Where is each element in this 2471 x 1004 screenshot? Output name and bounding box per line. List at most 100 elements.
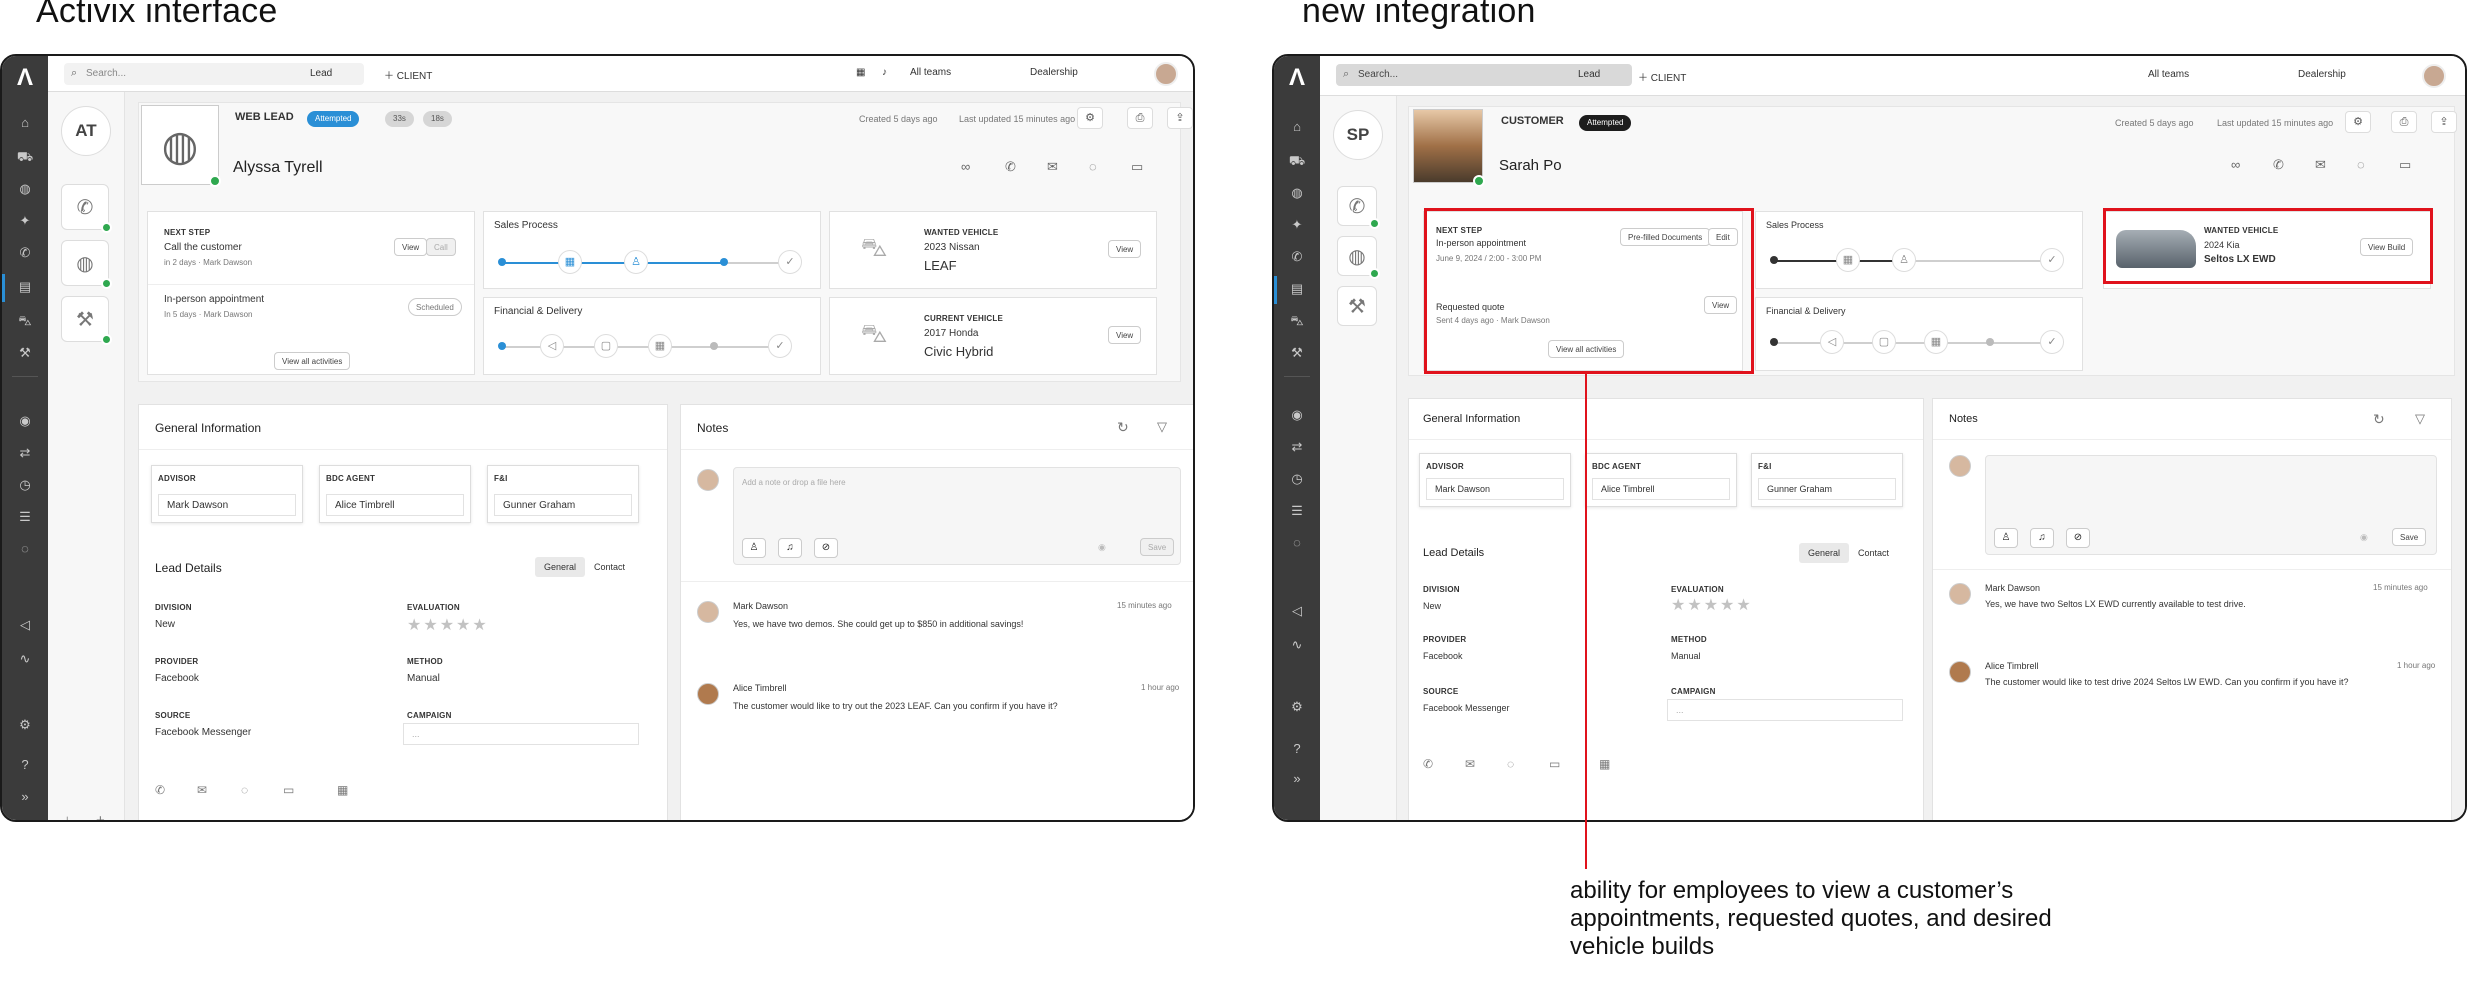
cart-icon[interactable]: ⛟ [1288, 152, 1306, 170]
lead-select[interactable]: Lead [310, 68, 332, 79]
bdc-value[interactable]: Alice Timbrell [326, 494, 464, 516]
paperclip-icon[interactable]: ⊘ [814, 538, 838, 558]
status-badge[interactable]: Attempted [307, 111, 360, 127]
shuffle-icon[interactable]: ⇄ [1288, 438, 1306, 456]
mail-icon[interactable]: ✉ [1047, 159, 1058, 175]
chat-icon[interactable]: ◌ [1288, 534, 1306, 552]
service-channel[interactable]: ⚒ [61, 296, 112, 345]
calendar-icon[interactable]: ▦ [337, 783, 348, 797]
eye-icon[interactable]: ◉ [2360, 532, 2368, 543]
fi-field[interactable]: F&I Gunner Graham [487, 465, 639, 523]
tab-contact[interactable]: Contact [585, 557, 634, 577]
web-channel[interactable]: ◍ [1337, 236, 1380, 279]
chat-icon[interactable]: ◌ [1507, 757, 1514, 771]
web-channel[interactable]: ◍ [61, 240, 112, 289]
teams-select[interactable]: All teams [2148, 69, 2189, 80]
expand-icon[interactable]: » [16, 788, 34, 806]
calendar-icon[interactable]: ▦ [856, 67, 865, 78]
save-button[interactable]: Save [1140, 538, 1175, 556]
paperclip-icon[interactable]: ⊘ [2066, 528, 2090, 548]
print-icon[interactable]: ⎙ [2391, 111, 2417, 133]
lead-type-select[interactable]: WEB LEAD [235, 111, 294, 123]
tab-contact[interactable]: Contact [1849, 543, 1898, 563]
video-icon[interactable]: ▭ [283, 783, 294, 797]
star-icon[interactable]: ✦ [1288, 216, 1306, 234]
phone-icon[interactable]: ✆ [1288, 248, 1306, 266]
division-value[interactable]: New [1423, 601, 1441, 611]
gear-icon[interactable]: ⚙ [1077, 107, 1103, 129]
call-button[interactable]: Call [426, 238, 456, 256]
client-button[interactable]: ＋ CLIENT [1638, 69, 1686, 84]
refresh-icon[interactable]: ↻ [2373, 411, 2385, 428]
shuffle-icon[interactable]: ⇄ [16, 444, 34, 462]
customer-type-select[interactable]: CUSTOMER [1501, 115, 1564, 127]
car-icon[interactable]: ⛍ [16, 312, 34, 330]
megaphone-icon[interactable]: ◁ [1288, 602, 1306, 620]
bdc-field[interactable]: BDC AGENT Alice Timbrell [319, 465, 471, 523]
timer-icon[interactable]: ◷ [1288, 470, 1306, 488]
evaluation-stars[interactable]: ★★★★★ [407, 615, 489, 635]
note-composer[interactable]: Add a note or drop a file here ♙ ♫ ⊘ ◉ S… [733, 467, 1181, 565]
division-value[interactable]: New [155, 619, 175, 630]
video-icon[interactable]: ▭ [1549, 757, 1560, 771]
lead-select[interactable]: Lead [1578, 69, 1600, 80]
mic-icon[interactable]: ♫ [2030, 528, 2054, 548]
campaign-input[interactable]: ... [403, 723, 639, 745]
service-channel[interactable]: ⚒ [1337, 286, 1377, 326]
share-icon[interactable]: ⇪ [2431, 111, 2457, 133]
tools-icon[interactable]: ⚙ [1288, 698, 1306, 716]
phone-channel[interactable]: ✆ [1337, 186, 1380, 229]
home-icon[interactable]: ⌂ [16, 114, 34, 132]
chat-icon[interactable]: ◌ [241, 783, 248, 797]
cart-icon[interactable]: ⛟ [16, 148, 34, 166]
megaphone-icon[interactable]: ◁ [16, 616, 34, 634]
note-composer[interactable]: ♙ ♫ ⊘ ◉ Save [1985, 455, 2437, 555]
share-icon[interactable]: ⇪ [1167, 107, 1193, 129]
filter-icon[interactable]: ▽ [1157, 419, 1167, 435]
chart-icon[interactable]: ▤ [16, 278, 34, 296]
phone-icon[interactable]: ✆ [16, 244, 34, 262]
advisor-field[interactable]: ADVISOR Mark Dawson [151, 465, 303, 523]
pulse-icon[interactable]: ∿ [16, 650, 34, 668]
mic-icon[interactable]: ♫ [778, 538, 802, 558]
dealership-select[interactable]: Dealership [1030, 67, 1078, 78]
view-button[interactable]: View [394, 238, 428, 256]
globe-icon[interactable]: ◍ [16, 180, 34, 198]
globe-icon[interactable]: ◍ [1288, 184, 1306, 202]
filter-icon[interactable]: ▽ [2415, 411, 2425, 427]
chat-icon[interactable]: ◌ [16, 540, 34, 558]
view-vehicle-button[interactable]: View [1108, 326, 1142, 344]
chat-icon[interactable]: ◌ [2357, 157, 2365, 172]
expand-icon[interactable]: » [1288, 770, 1306, 788]
mail-icon[interactable]: ✉ [1465, 757, 1475, 771]
evaluation-stars[interactable]: ★★★★★ [1671, 595, 1753, 615]
timer-icon[interactable]: ◷ [16, 476, 34, 494]
list-icon[interactable]: ☰ [16, 508, 34, 526]
list-icon[interactable]: ☰ [1288, 502, 1306, 520]
refresh-icon[interactable]: ↻ [1117, 419, 1129, 436]
phone-icon[interactable]: ✆ [2273, 157, 2284, 173]
person-icon[interactable]: ♙ [1994, 528, 2018, 548]
video-icon[interactable]: ▭ [2399, 157, 2411, 173]
video-icon[interactable]: ▭ [1131, 159, 1143, 175]
fi-value[interactable]: Gunner Graham [1758, 478, 1896, 500]
chart-icon[interactable]: ▤ [1288, 280, 1306, 298]
tab-general[interactable]: General [1799, 543, 1850, 563]
user-avatar[interactable] [1154, 62, 1178, 86]
broadcast-icon[interactable]: ◉ [16, 412, 34, 430]
client-button[interactable]: ＋ CLIENT [384, 67, 432, 82]
calendar-icon[interactable]: ▦ [1599, 757, 1610, 771]
help-icon[interactable]: ? [16, 756, 34, 774]
pulse-icon[interactable]: ∿ [1288, 636, 1306, 654]
tab-general[interactable]: General [535, 557, 586, 577]
view-all-activities-button[interactable]: View all activities [274, 352, 351, 370]
eye-icon[interactable]: ◉ [1098, 542, 1106, 553]
home-icon[interactable]: ⌂ [1288, 118, 1306, 136]
person-icon[interactable]: ♙ [742, 538, 766, 558]
fi-value[interactable]: Gunner Graham [494, 494, 632, 516]
star-icon[interactable]: ✦ [16, 212, 34, 230]
advisor-field[interactable]: ADVISOR Mark Dawson [1419, 453, 1571, 507]
phone-icon[interactable]: ✆ [1005, 159, 1016, 175]
bell-icon[interactable]: ♪ [882, 67, 887, 78]
phone-icon[interactable]: ✆ [155, 783, 165, 797]
